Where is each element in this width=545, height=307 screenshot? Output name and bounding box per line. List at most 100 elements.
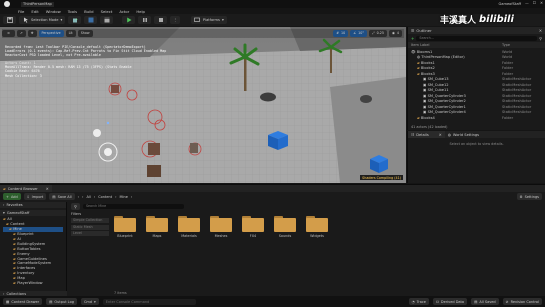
filters-button[interactable]: ⚲ xyxy=(71,202,80,210)
outliner-row[interactable]: ▣ SM_Cube11 StaticMeshActor xyxy=(411,88,542,94)
outliner-row[interactable]: ▰ Blocks4 Folder xyxy=(411,115,542,121)
asset-folder[interactable]: Materials xyxy=(178,216,200,238)
outliner-row[interactable]: ◍ ThirdPersonMap (Editor) World xyxy=(411,55,542,61)
grid-snap-button[interactable]: #10 xyxy=(333,29,349,37)
angle-snap-button[interactable]: ∠ 10° xyxy=(350,29,368,37)
mode-selector[interactable]: Selection Mode ▾ xyxy=(19,16,66,24)
blueprint-button[interactable] xyxy=(84,16,98,24)
close-tab-icon[interactable]: ✕ xyxy=(46,187,49,191)
maximize-button[interactable]: ☐ xyxy=(533,1,536,5)
folder-icon: ▰ xyxy=(13,232,16,237)
menu-file[interactable]: File xyxy=(18,9,24,14)
cmd-button[interactable]: Cmd ▾ xyxy=(80,298,99,305)
level-viewport[interactable]: ≡ ➚ ✥ Perspective Lit Show #10 ∠ 10° ⤢ 0.2… xyxy=(0,27,406,183)
outliner-row[interactable]: ▣ SM_Cube12 StaticMeshActor xyxy=(411,82,542,88)
menu-edit[interactable]: Edit xyxy=(31,9,38,14)
svg-text:+: + xyxy=(75,17,78,21)
favorites-header[interactable]: › Favorites xyxy=(0,202,66,208)
asset-folder[interactable]: Maps xyxy=(146,216,168,238)
add-actor-button[interactable]: + xyxy=(68,16,82,24)
menu-window[interactable]: Window xyxy=(46,9,61,14)
col-type[interactable]: Type xyxy=(502,43,542,47)
more-options-button[interactable]: ⋮ xyxy=(170,16,180,24)
import-button[interactable]: ⇩ Import xyxy=(23,193,47,200)
scale-snap-button[interactable]: ⤢ 0.25 xyxy=(369,29,387,37)
drawer-icon: ▦ xyxy=(6,299,10,304)
breadcrumb-item[interactable]: Mine xyxy=(120,195,128,199)
trace-button[interactable]: ◔ Trace xyxy=(408,298,429,305)
minimize-button[interactable]: — xyxy=(525,1,529,5)
col-item-label[interactable]: Item Label xyxy=(411,43,502,47)
breadcrumb-item[interactable]: Content xyxy=(98,195,112,199)
menu-select[interactable]: Select xyxy=(101,9,113,14)
outliner-row[interactable]: ▣ SM_QuarterCylinder3 StaticMeshActor xyxy=(411,93,542,99)
all-saved-button[interactable]: ▤ All Saved xyxy=(471,298,499,305)
menu-build[interactable]: Build xyxy=(84,9,94,14)
outliner-row[interactable]: ▣ SM_QuarterCylinder4 StaticMeshActor xyxy=(411,110,542,116)
tab-content-browser[interactable]: ▰ Content Browser ✕ xyxy=(0,185,52,192)
stop-button[interactable] xyxy=(154,16,168,24)
level-tab[interactable]: ThirdPersonMap xyxy=(21,1,54,7)
tab-world-settings[interactable]: ◍ World Settings xyxy=(445,131,482,138)
close-button[interactable]: ✕ xyxy=(540,1,543,5)
breadcrumb-item[interactable]: All xyxy=(86,195,90,199)
cinematics-button[interactable] xyxy=(100,16,114,24)
close-tab-icon[interactable]: ✕ xyxy=(439,133,442,137)
unreal-logo-icon[interactable] xyxy=(4,1,10,7)
console-input[interactable]: Enter Console Command xyxy=(102,298,196,305)
outliner-search-input[interactable]: Search... xyxy=(416,35,538,41)
outliner-row[interactable]: ▣ SM_QuarterCylinder1 StaticMeshActor xyxy=(411,104,542,110)
tree-item[interactable]: ▰ PlayerWindow xyxy=(3,281,63,286)
details-tabs: ☷ Details ✕ ◍ World Settings xyxy=(408,131,545,138)
outliner-row[interactable]: ▰ Blocks3 Folder xyxy=(411,71,542,77)
camera-speed-button[interactable]: ◉ 4 xyxy=(389,29,402,37)
eye-icon[interactable]: 👁︎ xyxy=(411,50,416,54)
add-icon[interactable]: + xyxy=(411,36,414,41)
filter-icon[interactable]: ⚲ xyxy=(539,36,542,41)
outliner-row[interactable]: 👁︎ Blooms1 World xyxy=(411,49,542,55)
filter-item[interactable]: Simple Collection xyxy=(71,218,109,223)
back-icon[interactable]: ‹ xyxy=(78,195,79,199)
filter-item[interactable]: Static Mesh xyxy=(71,224,109,230)
move-button[interactable]: ✥ xyxy=(27,29,37,37)
pause-button[interactable] xyxy=(138,16,152,24)
save-all-button[interactable]: ▤ Save All xyxy=(49,193,75,200)
menu-tools[interactable]: Tools xyxy=(68,9,77,14)
transform-select-button[interactable]: ➚ xyxy=(17,29,26,37)
outliner-row[interactable]: ▣ SM_Cube13 StaticMeshActor xyxy=(411,77,542,83)
folder-icon: ▰ xyxy=(13,246,16,251)
add-button[interactable]: + Add xyxy=(3,193,21,200)
folder-icon: ▰ xyxy=(3,217,6,222)
menu-actor[interactable]: Actor xyxy=(119,9,129,14)
save-button[interactable] xyxy=(3,16,16,24)
revision-control-button[interactable]: ⊘ Revision Control xyxy=(502,298,542,305)
platforms-button[interactable]: Platforms ▾ xyxy=(190,16,227,24)
light-gizmo[interactable] xyxy=(93,129,101,137)
asset-folder[interactable]: FX4 xyxy=(242,216,264,238)
outliner-row[interactable]: ▰ Blocks1 Folder xyxy=(411,60,542,66)
forward-icon[interactable]: › xyxy=(82,195,83,199)
show-button[interactable]: Show xyxy=(77,29,93,37)
close-tab-icon[interactable]: ✕ xyxy=(539,28,542,33)
filter-item[interactable]: Level xyxy=(71,231,109,236)
asset-folder[interactable]: Sounds xyxy=(274,216,296,238)
asset-folder[interactable]: Blueprint xyxy=(114,216,136,238)
viewport-menu-button[interactable]: ≡ xyxy=(2,29,15,37)
outliner-row[interactable]: ▣ SM_QuarterCylinder2 StaticMeshActor xyxy=(411,99,542,105)
content-drawer-button[interactable]: ▦ Content Drawer xyxy=(3,298,43,305)
menu-help[interactable]: Help xyxy=(136,9,145,14)
outliner-row[interactable]: ▰ Blocks2 Folder xyxy=(411,66,542,72)
output-log-button[interactable]: ▤ Output Log xyxy=(46,298,77,305)
trace-icon: ◔ xyxy=(411,299,415,304)
play-button[interactable] xyxy=(122,16,136,24)
stop-icon xyxy=(157,17,164,24)
asset-folder[interactable]: Meshes xyxy=(210,216,232,238)
settings-button[interactable]: ⚙ Settings xyxy=(516,193,542,200)
perspective-button[interactable]: Perspective xyxy=(38,29,64,37)
asset-folder[interactable]: Widgets xyxy=(306,216,328,238)
camera-icon: ◉ xyxy=(392,31,395,35)
lit-button[interactable]: Lit xyxy=(65,29,76,37)
derived-data-button[interactable]: ⛁ Derived Data xyxy=(432,298,468,305)
tab-details[interactable]: ☷ Details ✕ xyxy=(408,131,445,138)
asset-search-input[interactable]: Search Mine xyxy=(82,203,184,209)
